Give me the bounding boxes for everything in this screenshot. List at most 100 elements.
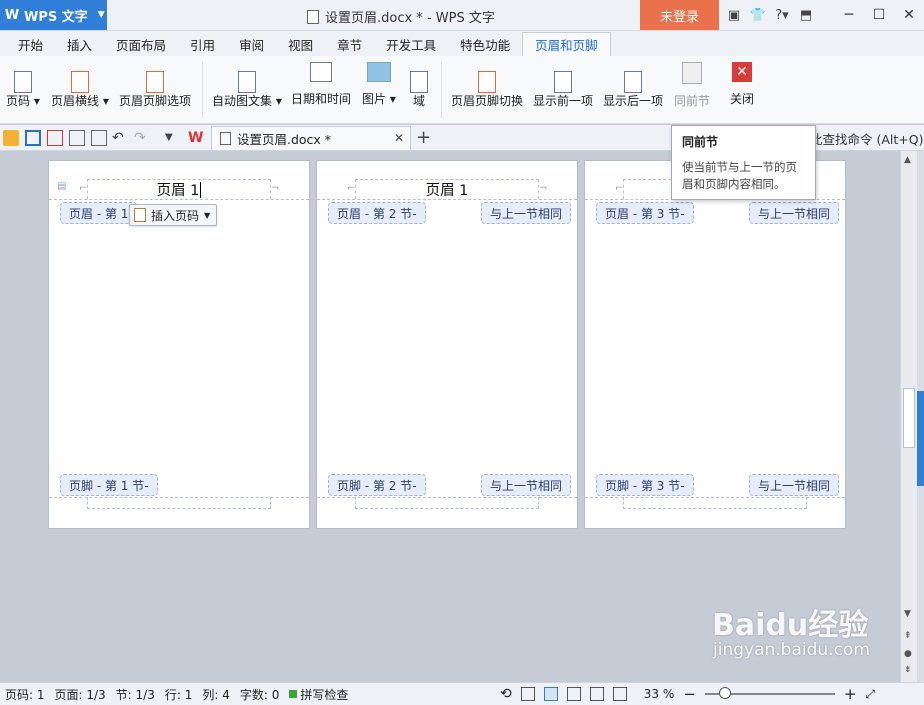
- select-browse-icon[interactable]: ●: [904, 649, 912, 659]
- status-column: 列: 4: [202, 687, 230, 702]
- options-label: 页眉页脚选项: [119, 94, 192, 108]
- print-preview-icon[interactable]: [91, 130, 107, 146]
- reading-view-icon[interactable]: [612, 687, 627, 701]
- footer-area[interactable]: [623, 497, 807, 509]
- scroll-down-icon[interactable]: ▼: [904, 609, 911, 619]
- header-text[interactable]: 页眉 1: [317, 179, 577, 200]
- save-icon[interactable]: [25, 130, 41, 146]
- menu-bar: 开始 插入 页面布局 引用 审阅 视图 章节 开发工具 特色功能 页眉和页脚: [0, 31, 924, 56]
- page-view-icon[interactable]: [543, 687, 558, 701]
- tab-developer[interactable]: 开发工具: [374, 32, 448, 56]
- field-icon: [410, 71, 428, 93]
- maximize-icon[interactable]: ☐: [864, 0, 894, 30]
- document-icon: [307, 9, 319, 24]
- fit-window-icon[interactable]: ⤢: [865, 687, 875, 702]
- page-1[interactable]: ▤ ⌐ ¬ 页眉 1 页眉 - 第 1 插入页码 ▼ 页脚 - 第 1 节-: [48, 160, 310, 529]
- tab-insert[interactable]: 插入: [55, 32, 104, 56]
- fullscreen-icon[interactable]: ⬒: [794, 0, 818, 30]
- app-menu-button[interactable]: W WPS 文字 ▼: [0, 0, 107, 30]
- same-as-previous-icon: [682, 62, 702, 84]
- header-line-icon: [70, 71, 89, 93]
- zoom-out-icon[interactable]: −: [683, 685, 696, 703]
- footer-section-tag: 页脚 - 第 3 节-: [596, 474, 694, 496]
- export-pdf-icon[interactable]: [47, 130, 63, 146]
- page-3[interactable]: ⌐ 页眉 - 第 3 节- 与上一节相同 页脚 - 第 3 节- 与上一节相同: [584, 160, 846, 529]
- show-next-button[interactable]: 显示后一项: [603, 62, 663, 109]
- options-icon: [146, 71, 164, 93]
- tooltip-title: 同前节: [682, 135, 719, 149]
- tab-page-layout[interactable]: 页面布局: [104, 32, 178, 56]
- header-line-button[interactable]: 页眉横线 ▾: [51, 62, 109, 109]
- document-tab-icon: [220, 132, 231, 145]
- open-icon[interactable]: [3, 130, 19, 146]
- page-2[interactable]: ⌐ ¬ 页眉 1 页眉 - 第 2 节- 与上一节相同 页脚 - 第 2 节- …: [316, 160, 578, 529]
- same-as-previous-button[interactable]: 同前节: [674, 62, 710, 109]
- help-icon[interactable]: ?▾: [770, 0, 794, 30]
- footer-area[interactable]: [355, 497, 539, 509]
- shirt-icon[interactable]: 👕: [746, 0, 770, 30]
- text-cursor: [200, 182, 202, 198]
- show-previous-button[interactable]: 显示前一项: [533, 62, 593, 109]
- chevron-down-icon: ▼: [97, 10, 105, 20]
- date-time-button[interactable]: 日期和时间: [291, 62, 351, 107]
- document-tab[interactable]: 设置页眉.docx * ✕: [211, 126, 411, 150]
- next-page-icon[interactable]: ⇟: [904, 665, 912, 675]
- switch-header-footer-button[interactable]: 页眉页脚切换: [451, 62, 523, 109]
- wps-w-icon[interactable]: W: [188, 130, 204, 146]
- skin-icon[interactable]: ▣: [722, 0, 746, 30]
- outline-view-icon[interactable]: [566, 687, 581, 701]
- zoom-slider-knob[interactable]: [718, 687, 731, 699]
- status-word-count[interactable]: 字数: 0: [240, 686, 280, 703]
- tab-references[interactable]: 引用: [178, 32, 227, 56]
- page-number-button[interactable]: 页码 ▾: [6, 62, 40, 109]
- status-bar: 页码: 1 页面: 1/3 节: 1/3 行: 1 列: 4 字数: 0 拼写检…: [0, 682, 924, 705]
- close-window-icon[interactable]: ✕: [894, 0, 924, 30]
- tab-features[interactable]: 特色功能: [448, 32, 522, 56]
- zoom-level[interactable]: 33 %: [644, 687, 675, 701]
- tab-header-footer[interactable]: 页眉和页脚: [522, 32, 611, 56]
- redo-icon[interactable]: ↷: [134, 130, 150, 146]
- tab-review[interactable]: 审阅: [227, 32, 276, 56]
- tab-view[interactable]: 视图: [276, 32, 325, 56]
- tab-home[interactable]: 开始: [6, 32, 55, 56]
- field-button[interactable]: 域: [410, 62, 428, 109]
- status-section: 节: 1/3: [115, 687, 155, 702]
- zoom-slider[interactable]: [704, 687, 835, 699]
- find-command[interactable]: 此查找命令 (Alt+Q): [810, 129, 923, 148]
- close-tab-icon[interactable]: ✕: [394, 131, 404, 145]
- auto-text-icon: [237, 71, 256, 93]
- show-next-label: 显示后一项: [603, 94, 664, 108]
- tab-section[interactable]: 章节: [325, 32, 374, 56]
- minimize-icon[interactable]: ─: [834, 0, 864, 30]
- undo-icon[interactable]: ↶: [112, 130, 128, 146]
- vertical-scrollbar[interactable]: ▲ ▼ ⇞ ● ⇟: [900, 151, 917, 682]
- print-icon[interactable]: [69, 130, 85, 146]
- login-button[interactable]: 未登录: [640, 0, 719, 30]
- customize-icon[interactable]: ▼: [165, 130, 181, 146]
- picture-label: 图片: [362, 92, 387, 106]
- spell-check-toggle[interactable]: 拼写检查: [289, 686, 348, 703]
- switch-icon: [478, 71, 496, 93]
- zoom-in-icon[interactable]: +: [844, 685, 857, 703]
- header-text[interactable]: 页眉 1: [49, 179, 309, 200]
- header-footer-options-button[interactable]: 页眉页脚选项: [119, 62, 191, 109]
- scroll-up-icon[interactable]: ▲: [904, 155, 911, 165]
- history-icon[interactable]: ⟲: [500, 686, 512, 702]
- close-header-footer-button[interactable]: ✕ 关闭: [730, 62, 754, 107]
- web-view-icon[interactable]: [589, 687, 604, 701]
- footer-section-tag: 页脚 - 第 1 节-: [60, 474, 158, 496]
- baidu-watermark: Baidu经验: [712, 600, 868, 644]
- header-section-tag: 页眉 - 第 1: [60, 202, 138, 224]
- picture-button[interactable]: 图片 ▾: [362, 62, 396, 107]
- auto-text-button[interactable]: 自动图文集 ▾: [212, 62, 282, 109]
- header-section-tag: 页眉 - 第 2 节-: [328, 202, 426, 224]
- side-panel-edge[interactable]: [917, 151, 924, 682]
- scroll-thumb[interactable]: [903, 388, 915, 448]
- new-tab-icon[interactable]: +: [416, 127, 431, 148]
- footer-area[interactable]: [87, 497, 271, 509]
- insert-page-number-button[interactable]: 插入页码 ▼: [129, 204, 218, 226]
- side-panel-toggle[interactable]: [917, 391, 924, 486]
- previous-page-icon[interactable]: ⇞: [904, 631, 912, 641]
- header-link-tag: 与上一节相同: [481, 202, 572, 224]
- fullscreen-view-icon[interactable]: [520, 687, 535, 701]
